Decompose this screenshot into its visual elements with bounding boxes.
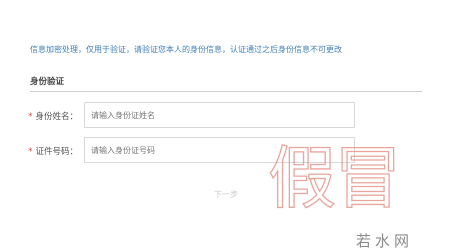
id-number-form-row: * 证件号码： [0, 137, 450, 165]
name-label: * 身份姓名： [28, 110, 78, 122]
name-input[interactable] [84, 102, 355, 128]
required-mark: * [28, 112, 33, 122]
section-title: 身份验证 [30, 77, 65, 87]
site-watermark: 若水网 [356, 232, 414, 250]
required-mark: * [28, 147, 33, 157]
section-divider [30, 91, 422, 92]
id-number-label-text: 证件号码： [35, 147, 78, 157]
id-number-label: * 证件号码： [28, 145, 78, 157]
id-number-input[interactable] [84, 137, 355, 163]
info-notice: 信息加密处理，仅用于验证，请验证您本人的身份信息，认证通过之后身份信息不可更改 [30, 45, 342, 54]
name-form-row: * 身份姓名： [0, 102, 450, 130]
name-label-text: 身份姓名： [35, 112, 78, 122]
next-step-button[interactable]: 下一步 [210, 188, 242, 200]
